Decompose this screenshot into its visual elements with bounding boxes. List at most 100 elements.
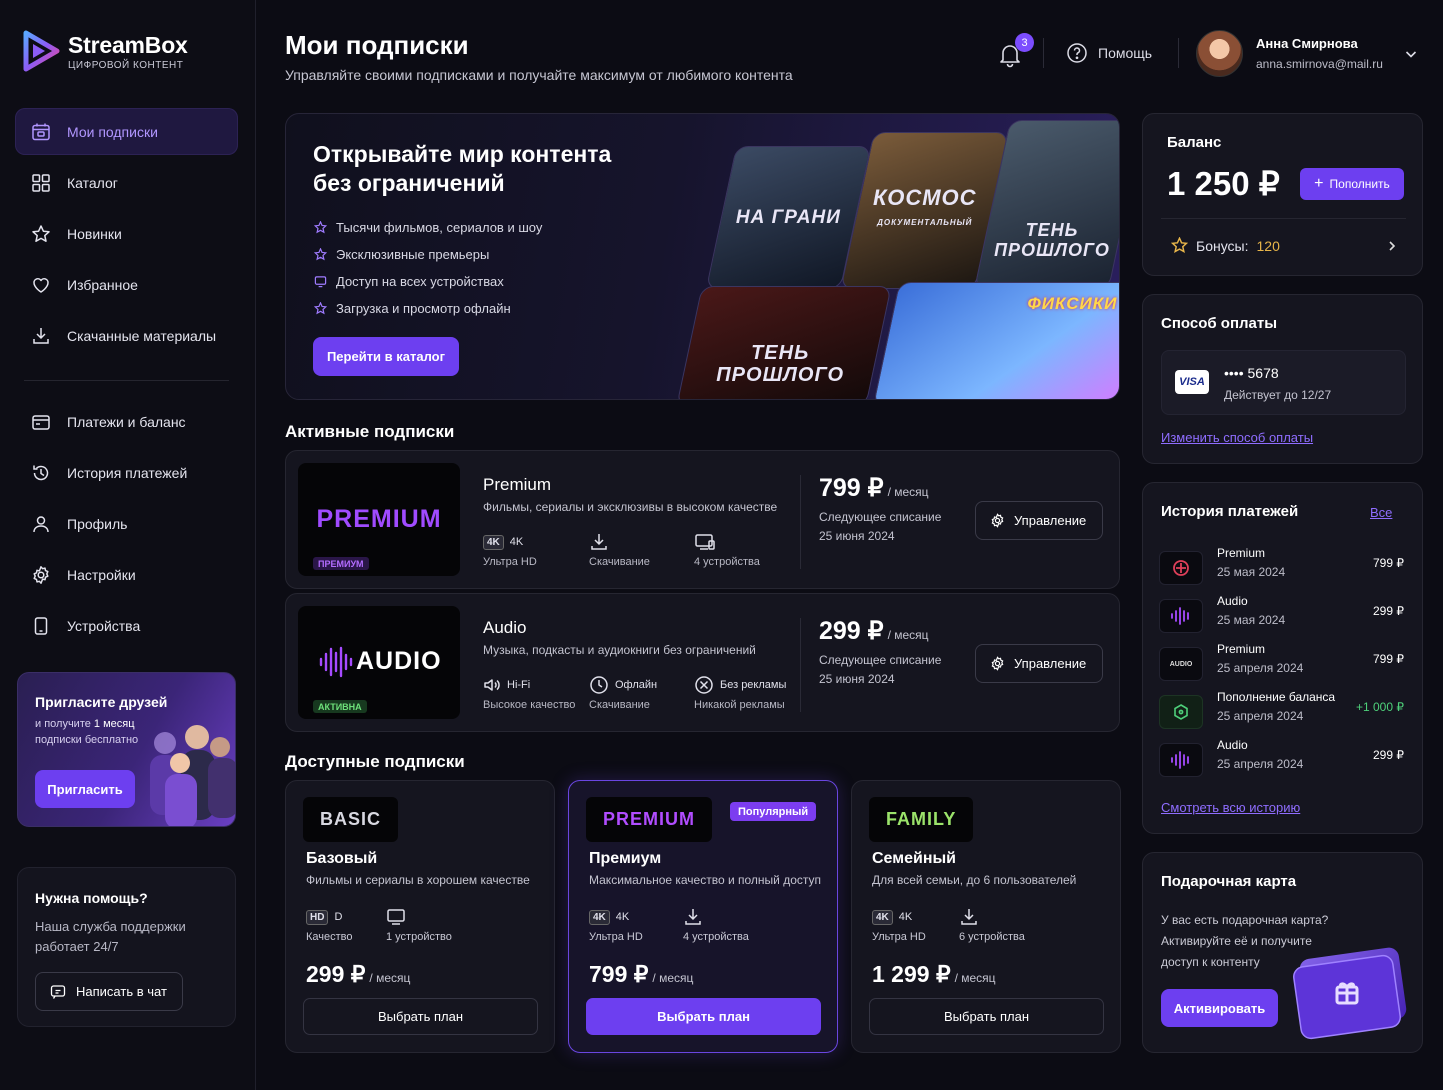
history-amount: +1 000 ₽ bbox=[1355, 700, 1404, 714]
settings-icon bbox=[991, 513, 1004, 528]
question-icon bbox=[1067, 43, 1087, 63]
bonus-row[interactable]: Бонусы: 120 bbox=[1171, 237, 1280, 254]
help-label: Помощь bbox=[1098, 45, 1153, 61]
nav-label: Избранное bbox=[67, 276, 138, 293]
choose-plan-button[interactable]: Выбрать план bbox=[303, 998, 538, 1035]
plan-feature-quality: HD D Качество bbox=[306, 907, 353, 943]
plan-feature-devices: 6 устройства bbox=[959, 907, 1025, 943]
plan-logo: BASIC bbox=[303, 797, 399, 842]
subscription-audio: AUDIO АКТИВНА Audio Музыка, подкасты и а… bbox=[285, 593, 1120, 732]
next-charge-date: 25 июня 2024 bbox=[819, 672, 895, 686]
choose-plan-button[interactable]: Выбрать план bbox=[586, 998, 821, 1035]
nav-label: Новинки bbox=[67, 225, 122, 242]
next-charge: Следующее списание 25 июня 2024 bbox=[819, 651, 941, 689]
nav-item-downloads[interactable]: Скачанные материалы bbox=[15, 312, 238, 359]
history-amount: 299 ₽ bbox=[1373, 604, 1404, 618]
card-divider bbox=[800, 618, 801, 712]
poster-kosmos-text: КОСМОС ДОКУМЕНТАЛЬНЫЙ bbox=[873, 185, 977, 233]
card-number: •••• 5678 bbox=[1224, 365, 1279, 381]
active-title: Активные подписки bbox=[285, 422, 455, 441]
next-charge: Следующее списание 25 июня 2024 bbox=[819, 508, 941, 546]
plan-name: Базовый bbox=[306, 850, 378, 867]
secondary-nav: Платежи и баланс История платежей Профил… bbox=[15, 398, 238, 653]
nav-item-subscriptions[interactable]: Мои подписки bbox=[15, 108, 238, 155]
hero-feature-text: Тысячи фильмов, сериалов и шоу bbox=[336, 220, 543, 235]
manage-label: Управление bbox=[1014, 656, 1087, 671]
poster-fiksiki[interactable]: ФИКСИКИ bbox=[872, 282, 1119, 399]
download-icon bbox=[685, 909, 701, 925]
history-row[interactable]: Audio 25 апреля 2024 299 ₽ bbox=[1159, 738, 1404, 780]
sub-desc: Фильмы, сериалы и эксклюзивы в высоком к… bbox=[483, 500, 778, 514]
4k-icon: 4K bbox=[872, 909, 893, 925]
feature-offline: Офлайн Скачивание bbox=[589, 674, 657, 711]
balance-title: Баланс bbox=[1167, 134, 1222, 151]
logo[interactable]: StreamBox ЦИФРОВОЙ КОНТЕНТ bbox=[22, 30, 188, 72]
invite-button[interactable]: Пригласить bbox=[35, 770, 135, 808]
history-more-link[interactable]: Смотреть всю историю bbox=[1161, 800, 1300, 815]
balance-divider bbox=[1161, 218, 1406, 219]
chat-button-label: Написать в чат bbox=[76, 984, 167, 999]
device-icon bbox=[34, 616, 48, 635]
hero-feature: Доступ на всех устройствах bbox=[314, 268, 542, 295]
help-link[interactable]: Помощь bbox=[1066, 42, 1152, 64]
saved-card[interactable]: VISA •••• 5678 Действует до 12/27 bbox=[1161, 350, 1406, 415]
change-payment-link[interactable]: Изменить способ оплаты bbox=[1161, 430, 1313, 445]
topup-button[interactable]: + Пополнить bbox=[1300, 168, 1404, 200]
download-icon bbox=[33, 327, 49, 344]
nav-item-devices[interactable]: Устройства bbox=[15, 602, 238, 649]
audio-thumb: AUDIO АКТИВНА bbox=[298, 606, 460, 719]
nav-item-settings[interactable]: Настройки bbox=[15, 551, 238, 598]
nav-item-catalog[interactable]: Каталог bbox=[15, 159, 238, 206]
chat-button[interactable]: Написать в чат bbox=[35, 972, 183, 1011]
chevron-right-icon[interactable] bbox=[1386, 240, 1398, 252]
history-amount: 799 ₽ bbox=[1373, 556, 1404, 570]
plan-name: Премиум bbox=[589, 850, 662, 867]
activate-button[interactable]: Активировать bbox=[1161, 989, 1278, 1027]
poster-subtitle: ДОКУМЕНТАЛЬНЫЙ bbox=[876, 218, 973, 227]
gift-card-icon bbox=[1293, 947, 1407, 1040]
next-charge-label: Следующее списание bbox=[819, 510, 942, 524]
nav-item-favorites[interactable]: Избранное bbox=[15, 261, 238, 308]
plus-icon: + bbox=[1314, 175, 1324, 192]
catalog-button[interactable]: Перейти в каталог bbox=[313, 337, 459, 376]
history-row[interactable]: AUDIO Premium 25 апреля 2024 799 ₽ bbox=[1159, 642, 1404, 684]
history-all-link[interactable]: Все bbox=[1370, 505, 1392, 520]
feature-top-text: Офлайн bbox=[615, 679, 658, 691]
feature-top bbox=[694, 531, 760, 553]
bonus-value: 120 bbox=[1256, 237, 1280, 254]
audio-wave-icon bbox=[319, 646, 353, 678]
audio-tag: АКТИВНА bbox=[313, 700, 367, 713]
feature-top-text: 4K bbox=[615, 911, 630, 923]
sub-price: 799 ₽ / месяц bbox=[819, 473, 929, 503]
download-icon bbox=[591, 534, 607, 550]
hero-feature: Загрузка и просмотр офлайн bbox=[314, 295, 542, 322]
nav-item-payments[interactable]: Платежи и баланс bbox=[15, 398, 238, 445]
user-name: Анна Смирнова bbox=[1256, 36, 1358, 51]
premium-icon bbox=[1159, 551, 1203, 585]
plan-premium: PREMIUM Популярный Премиум Максимальное … bbox=[568, 780, 838, 1053]
plan-feature-quality: 4K 4K Ультра HD bbox=[872, 907, 926, 943]
poster-ten-proshlogo-2[interactable]: ТЕНЬ ПРОШЛОГО bbox=[676, 286, 892, 399]
payment-title: Способ оплаты bbox=[1161, 315, 1278, 332]
star-icon bbox=[1171, 237, 1188, 253]
invite-title: Пригласите друзей bbox=[35, 694, 168, 710]
plan-feature-devices: 4 устройства bbox=[683, 907, 749, 943]
nav-item-new[interactable]: Новинки bbox=[15, 210, 238, 257]
user-menu[interactable]: Анна Смирнова anna.smirnova@mail.ru bbox=[1196, 30, 1383, 77]
history-row[interactable]: Пополнение баланса 25 апреля 2024 +1 000… bbox=[1159, 690, 1404, 732]
feature-top-text: Без рекламы bbox=[720, 679, 787, 691]
history-row[interactable]: Premium 25 мая 2024 799 ₽ bbox=[1159, 546, 1404, 588]
feature-label: Качество bbox=[306, 931, 353, 943]
brand-tagline: ЦИФРОВОЙ КОНТЕНТ bbox=[68, 59, 184, 71]
manage-button[interactable]: Управление bbox=[975, 501, 1103, 540]
chevron-down-icon[interactable] bbox=[1404, 47, 1418, 61]
plan-price: 299 ₽ / месяц bbox=[306, 961, 410, 988]
feature-top: Hi-Fi bbox=[483, 674, 575, 696]
premium-thumb: PREMIUM ПРЕМИУМ bbox=[298, 463, 460, 576]
card-divider bbox=[800, 475, 801, 569]
choose-plan-button[interactable]: Выбрать план bbox=[869, 998, 1104, 1035]
history-row[interactable]: Audio 25 мая 2024 299 ₽ bbox=[1159, 594, 1404, 636]
nav-item-profile[interactable]: Профиль bbox=[15, 500, 238, 547]
manage-button[interactable]: Управление bbox=[975, 644, 1103, 683]
nav-item-history[interactable]: История платежей bbox=[15, 449, 238, 496]
